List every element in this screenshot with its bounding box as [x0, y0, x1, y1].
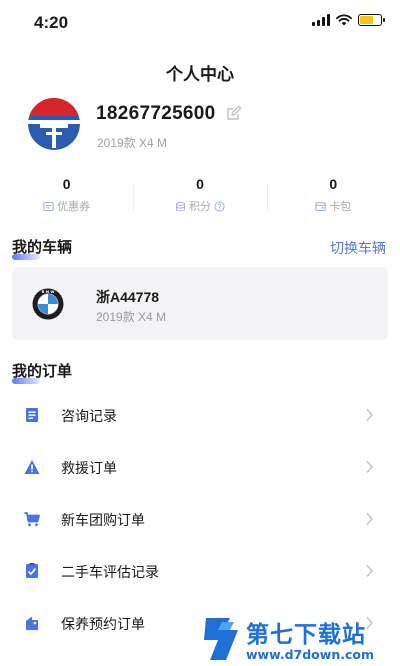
status-icons [312, 14, 385, 26]
order-item-consultation[interactable]: 咨询记录 [0, 389, 400, 441]
status-bar: 4:20 [0, 0, 400, 44]
maintenance-icon [26, 616, 38, 630]
stat-card-wallet[interactable]: 0 卡包 [266, 176, 400, 217]
page-title: 个人中心 [166, 65, 234, 84]
stats-bar: 0 优惠券 0 积分 0 卡包 [0, 176, 400, 217]
stat-value: 0 [196, 176, 204, 192]
chevron-right-icon [366, 460, 374, 474]
stat-label: 积分 [188, 201, 211, 213]
signal-icon [312, 14, 330, 26]
cart-icon [24, 512, 40, 527]
battery-icon [358, 14, 385, 26]
coupon-icon [43, 201, 54, 211]
document-icon [26, 408, 38, 422]
order-item-label: 二手车评估记录 [61, 564, 159, 580]
chevron-right-icon [366, 408, 374, 422]
section-title-orders: 我的订单 [12, 360, 72, 384]
help-icon[interactable] [214, 200, 225, 212]
status-time: 4:20 [34, 13, 69, 32]
stat-value: 0 [62, 176, 71, 192]
stat-value: 0 [329, 176, 338, 192]
order-item-label: 新车团购订单 [61, 512, 145, 528]
points-icon [175, 201, 185, 211]
vehicle-card[interactable]: B M W 浙A44778 2019款 X4 M [12, 267, 388, 340]
stat-label: 卡包 [329, 201, 352, 213]
vehicle-model: 2019款 X4 M [96, 310, 167, 324]
watermark-brand: 第七下载站 [246, 621, 366, 648]
switch-vehicle-link[interactable]: 切换车辆 [330, 238, 386, 258]
order-item-label: 咨询记录 [61, 408, 117, 424]
profile-phone: 18267725600 [96, 103, 216, 124]
watermark-url: www.d7down.com [246, 647, 374, 662]
card-wallet-icon [315, 201, 327, 211]
order-list: 咨询记录 救援订单 新车团购订单 二手车评估记录 保养预约订单 [0, 389, 400, 649]
watermark-logo: 第七下载站 www.d7down.com [204, 618, 374, 662]
vehicle-plate: 浙A44778 [96, 289, 160, 305]
order-item-label: 救援订单 [61, 460, 117, 476]
warning-icon [24, 460, 40, 474]
svg-text:B M W: B M W [42, 290, 55, 294]
avatar[interactable] [28, 98, 80, 150]
chevron-right-icon [366, 564, 374, 578]
stat-label: 优惠券 [57, 201, 91, 213]
profile-car-model: 2019款 X4 M [97, 136, 168, 150]
order-item-rescue[interactable]: 救援订单 [0, 441, 400, 493]
chevron-right-icon [366, 512, 374, 526]
edit-icon[interactable] [226, 105, 242, 121]
wifi-icon [336, 14, 352, 26]
checklist-icon [26, 563, 38, 578]
order-item-used-car-evaluation[interactable]: 二手车评估记录 [0, 545, 400, 597]
stat-coupons[interactable]: 0 优惠券 [0, 176, 133, 217]
section-title-vehicles: 我的车辆 [12, 236, 72, 260]
order-item-group-buy[interactable]: 新车团购订单 [0, 493, 400, 545]
avatar-logo-icon [28, 98, 80, 150]
stat-points[interactable]: 0 积分 [133, 176, 266, 217]
order-item-label: 保养预约订单 [61, 616, 145, 632]
bmw-logo-icon: B M W [32, 288, 64, 320]
